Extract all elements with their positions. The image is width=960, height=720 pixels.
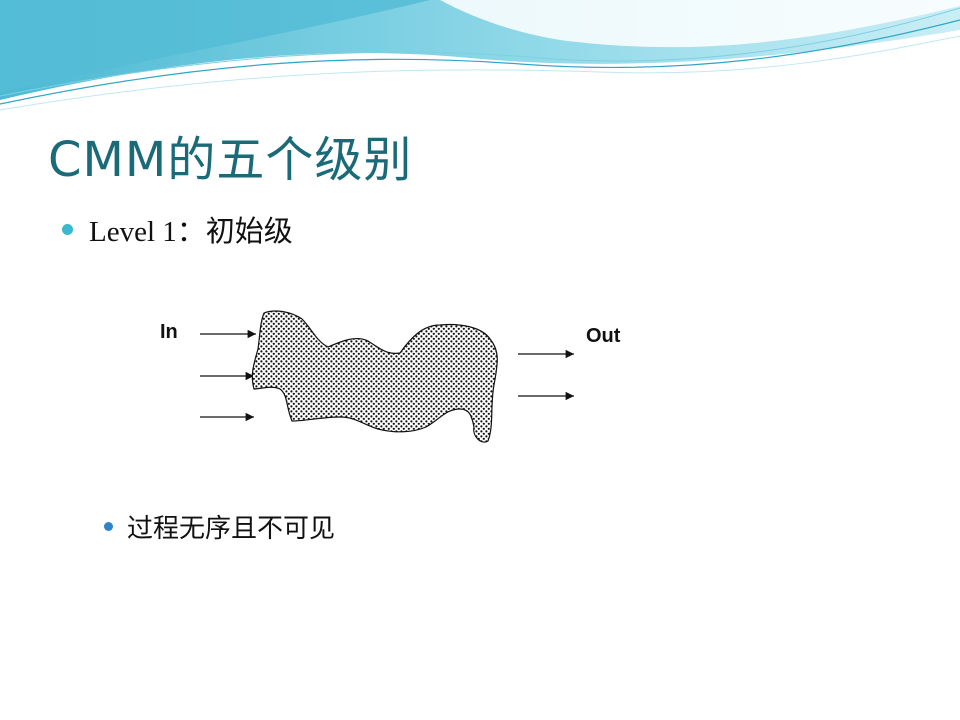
bullet-level1: Level 1：初始级 [62, 208, 293, 250]
header-wave-decoration [0, 0, 960, 111]
output-label: Out [586, 325, 621, 347]
sub-bullet-dot-icon [104, 522, 113, 531]
bullet-dot-icon [62, 223, 73, 235]
bullet-level2: 过程无序且不可见 [104, 508, 335, 545]
process-diagram-graphic [200, 310, 574, 443]
process-diagram: In Out [150, 305, 640, 455]
input-label: In [160, 321, 178, 343]
chaotic-process-blob [251, 310, 498, 443]
bullet-level1-text: Level 1：初始级 [89, 216, 293, 248]
slide: CMM的五个级别 Level 1：初始级 In Out 过程无序且不可见 [0, 0, 960, 720]
bullet-level2-text: 过程无序且不可见 [127, 514, 336, 543]
slide-title: CMM的五个级别 [48, 132, 413, 188]
